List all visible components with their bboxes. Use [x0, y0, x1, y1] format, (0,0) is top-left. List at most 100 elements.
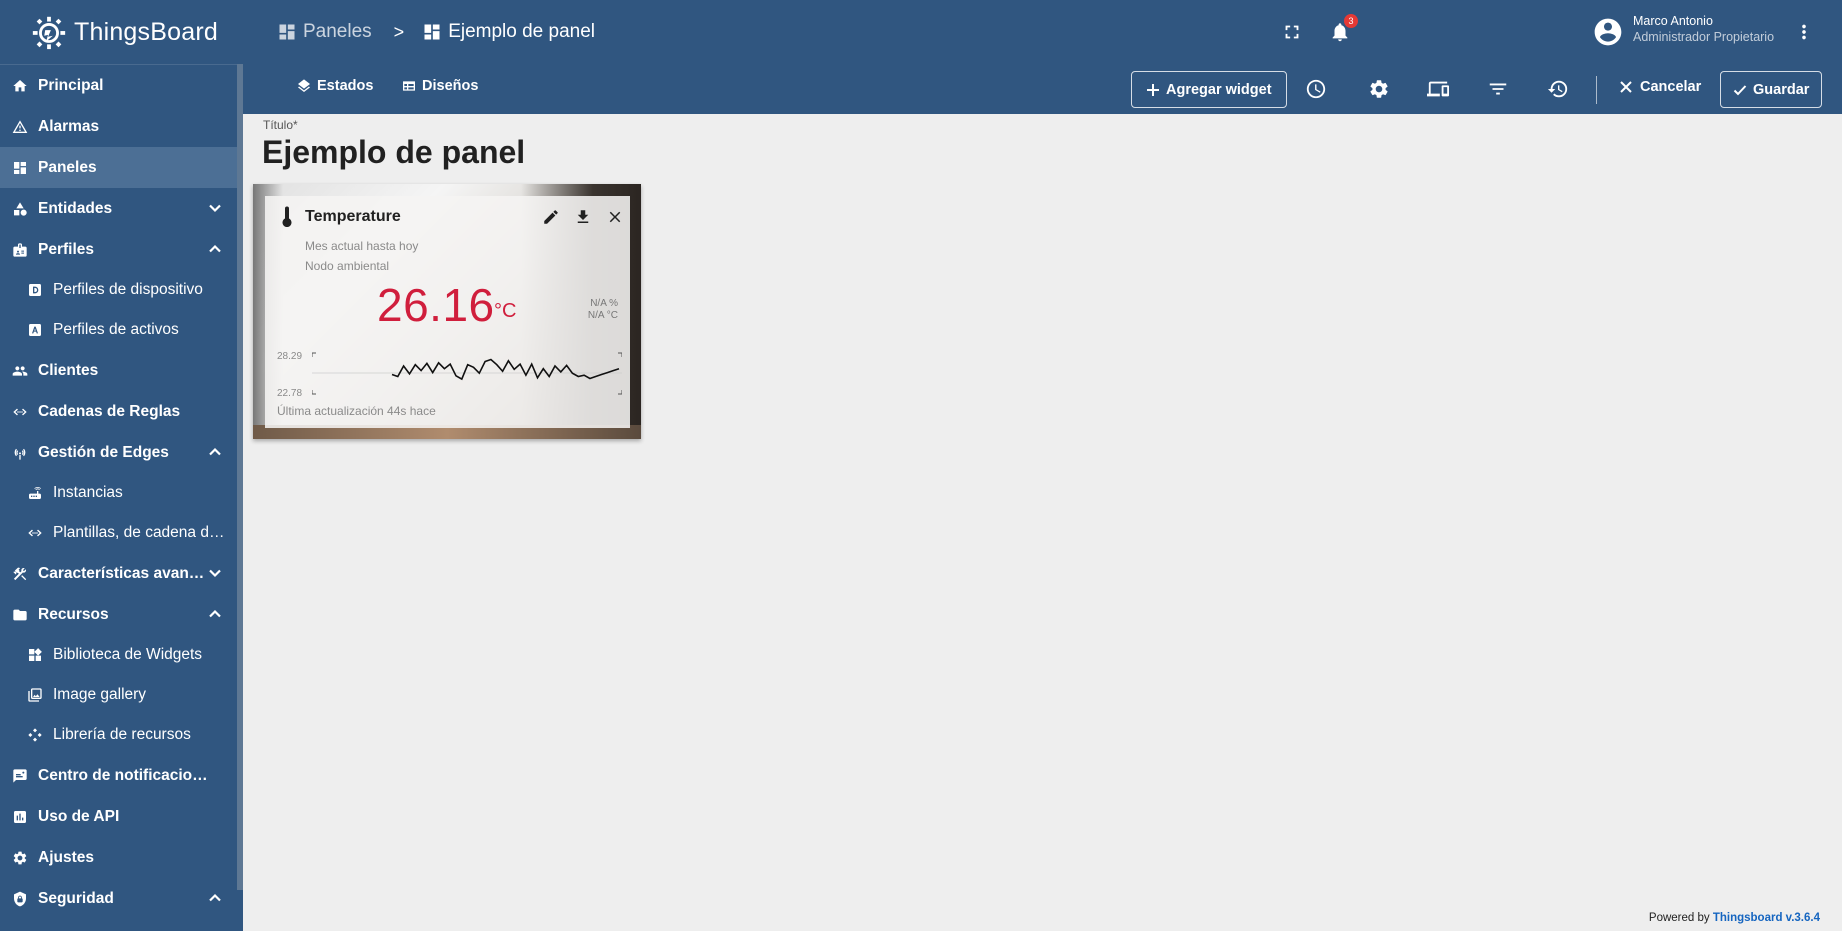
sidebar-item-image-gallery[interactable]: Image gallery [0, 675, 237, 715]
user-role: Administrador Propietario [1633, 30, 1775, 44]
sidebar-item-entidades[interactable]: Entidades [0, 188, 237, 229]
layout-settings-button[interactable] [1426, 77, 1450, 101]
sidebar-item-label: Ajustes [38, 848, 94, 866]
home-icon [12, 78, 28, 94]
sidebar-item-caracteristicas-avanzadas[interactable]: Características avanzadas [0, 553, 237, 594]
sparkline-max-label: 28.29 [277, 351, 303, 362]
edit-icon[interactable] [542, 208, 560, 226]
chevron-down-icon[interactable] [207, 565, 223, 581]
version-history-button[interactable] [1546, 77, 1570, 101]
asset-profile-icon [27, 322, 43, 338]
sidebar: ThingsBoard Principal Alarmas Paneles Entid… [0, 0, 243, 931]
sparkline-corner [618, 390, 622, 395]
sparkline-corner [312, 390, 316, 395]
sidebar-item-libreria-de-recursos[interactable]: Librería de recursos [0, 715, 237, 755]
states-label: Estados [317, 78, 374, 94]
fullscreen-button[interactable] [1280, 20, 1304, 44]
dashboard-toolbar: Estados Diseños Agregar widget Cancelar … [243, 64, 1842, 114]
sidebar-item-instancias[interactable]: Instancias [0, 473, 237, 513]
notifications-button[interactable]: 3 [1328, 14, 1358, 44]
clock-icon [1306, 79, 1326, 99]
layouts-button[interactable]: Diseños [401, 78, 478, 94]
save-button[interactable]: Guardar [1720, 71, 1823, 108]
cancel-button[interactable]: Cancelar [1619, 79, 1701, 95]
chevron-up-icon[interactable] [207, 606, 223, 622]
close-icon[interactable] [606, 208, 624, 226]
sidebar-item-label: Plantillas, de cadena de reglas [53, 524, 225, 541]
sidebar-item-label: Biblioteca de Widgets [53, 646, 203, 663]
user-info[interactable]: Marco Antonio Administrador Propietario [1633, 13, 1774, 45]
resources-icon [27, 727, 43, 743]
temperature-unit: °C [494, 300, 517, 322]
temperature-sparkline [312, 352, 622, 395]
sidebar-item-cadenas-de-reglas[interactable]: Cadenas de Reglas [0, 391, 237, 432]
notification-center-icon [12, 768, 28, 784]
user-name: Marco Antonio [1633, 14, 1713, 28]
add-widget-button[interactable]: Agregar widget [1131, 71, 1287, 108]
dashboard-settings-button[interactable] [1367, 77, 1391, 101]
sidebar-scrollbar[interactable] [237, 64, 243, 890]
sidebar-item-perfiles[interactable]: Perfiles [0, 229, 237, 270]
rule-chain-icon [27, 525, 43, 541]
sidebar-item-label: Clientes [38, 361, 99, 379]
temperature-widget[interactable]: Temperature Mes actual hasta hoy Nodo am… [253, 184, 641, 439]
sidebar-item-clientes[interactable]: Clientes [0, 350, 237, 391]
sidebar-item-ajustes[interactable]: Ajustes [0, 837, 237, 878]
sidebar-item-alarmas[interactable]: Alarmas [0, 106, 237, 147]
account-circle-icon[interactable] [1592, 16, 1624, 48]
breadcrumb-dashboards[interactable]: Paneles [277, 21, 372, 43]
filters-button[interactable] [1486, 77, 1510, 101]
sidebar-item-biblioteca-de-widgets[interactable]: Biblioteca de Widgets [0, 635, 237, 675]
sidebar-item-centro-de-notificaciones[interactable]: Centro de notificaciones [0, 755, 237, 796]
security-icon [12, 891, 28, 907]
chevron-up-icon[interactable] [207, 890, 223, 906]
title-field-label: Título* [263, 118, 298, 132]
sidebar-item-recursos[interactable]: Recursos [0, 594, 237, 635]
temperature-value: 26.16 [377, 279, 495, 331]
sidebar-item-gestion-de-edges[interactable]: Gestión de Edges [0, 432, 237, 473]
sidebar-item-seguridad[interactable]: Seguridad [0, 878, 237, 919]
sidebar-item-perfiles-de-dispositivo[interactable]: Perfiles de dispositivo [0, 270, 237, 310]
title-field-input[interactable]: Ejemplo de panel [262, 134, 525, 171]
chevron-up-icon[interactable] [207, 444, 223, 460]
sidebar-item-label: Perfiles [38, 240, 95, 258]
dashboard-icon [424, 24, 440, 40]
tools-icon [12, 566, 28, 582]
top-bar: Paneles > Ejemplo de panel 3 Marco Anton… [243, 0, 1842, 64]
devices-icon [1427, 81, 1449, 97]
more-menu-button[interactable] [1792, 20, 1816, 44]
image-gallery-icon [27, 687, 43, 703]
device-profile-icon [27, 282, 43, 298]
sidebar-item-plantillas-de-cadena-de-reglas[interactable]: Plantillas, de cadena de reglas [0, 513, 237, 553]
thingsboard-logo[interactable]: ThingsBoard [0, 0, 243, 64]
download-icon[interactable] [574, 208, 592, 226]
settings-icon [12, 850, 28, 866]
sidebar-item-perfiles-de-activos[interactable]: Perfiles de activos [0, 310, 237, 350]
alarm-warning-icon [12, 119, 28, 135]
sidebar-item-label: Recursos [38, 605, 109, 623]
sidebar-item-label: Paneles [38, 158, 97, 176]
api-usage-icon [12, 809, 28, 825]
sidebar-item-paneles[interactable]: Paneles [0, 147, 237, 188]
check-icon [1733, 84, 1747, 95]
sidebar-item-label: Librería de recursos [53, 726, 191, 743]
states-button[interactable]: Estados [296, 78, 373, 94]
footer: Powered by Thingsboard v.3.6.4 [1649, 912, 1820, 924]
sidebar-item-principal[interactable]: Principal [0, 65, 237, 106]
dashboard-icon [279, 24, 295, 40]
version-link[interactable]: Thingsboard v.3.6.4 [1713, 912, 1820, 924]
entities-icon [12, 201, 28, 217]
chevron-down-icon[interactable] [207, 200, 223, 216]
sparkline-corner [618, 352, 622, 357]
sidebar-item-uso-de-api[interactable]: Uso de API [0, 796, 237, 837]
sidebar-item-label: Uso de API [38, 807, 120, 825]
delta-absolute: N/A °C [587, 310, 618, 321]
profiles-icon [12, 242, 28, 258]
plus-icon [1147, 83, 1159, 96]
toolbar-divider [1596, 76, 1597, 104]
widget-device-name: Nodo ambiental [305, 259, 390, 273]
timewindow-button[interactable] [1304, 77, 1328, 101]
layouts-icon [403, 81, 415, 91]
sidebar-item-label: Cadenas de Reglas [38, 402, 181, 420]
chevron-up-icon[interactable] [207, 241, 223, 257]
